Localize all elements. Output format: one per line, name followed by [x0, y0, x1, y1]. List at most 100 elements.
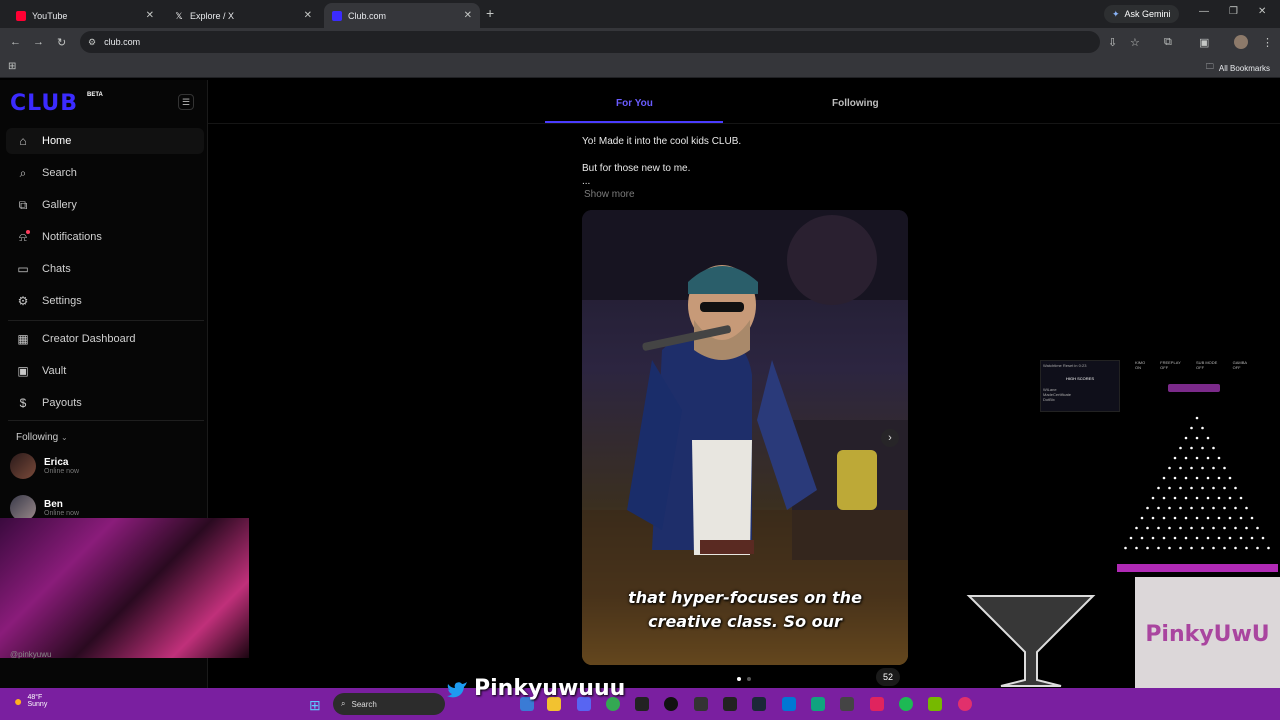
bell-icon: ⍾ [16, 229, 30, 245]
plinko-peg [1195, 536, 1199, 540]
minimize-icon[interactable]: — [1199, 6, 1209, 17]
plinko-peg [1124, 546, 1127, 550]
carousel-dot-active[interactable] [737, 677, 741, 681]
taskbar-app-icon[interactable] [840, 697, 854, 711]
sidebar-item-payouts[interactable]: $ Payouts [6, 390, 204, 416]
plinko-peg [1129, 536, 1133, 540]
plinko-peg [1228, 496, 1232, 500]
tab-club[interactable]: Club.com ✕ [324, 3, 480, 28]
sidebar-item-search[interactable]: ⌕ Search [6, 160, 204, 186]
next-media-button[interactable]: › [881, 429, 899, 447]
back-icon[interactable]: ← [10, 36, 21, 48]
tab-youtube[interactable]: YouTube ✕ [8, 3, 162, 28]
plinko-peg [1173, 456, 1177, 460]
chat-icon: ▭ [17, 262, 29, 276]
taskbar-app-icon[interactable] [635, 697, 649, 711]
new-tab-button[interactable]: + [486, 5, 494, 21]
following-status: Online now [44, 510, 80, 517]
tab-for-you[interactable]: For You [616, 98, 653, 109]
club-favicon-icon [332, 10, 342, 21]
taskbar-app-icon[interactable] [958, 697, 972, 711]
close-tab-icon[interactable]: ✕ [304, 10, 312, 21]
sidebar-item-vault[interactable]: ▣ Vault [6, 358, 204, 384]
plinko-peg [1195, 416, 1199, 420]
post-ellipsis: ... [582, 176, 591, 187]
hud-row: DotBix [1043, 397, 1055, 402]
following-item-erica[interactable]: Erica Online now [10, 453, 79, 479]
taskbar-search[interactable]: ⌕ Search [333, 693, 445, 715]
current-user-handle[interactable]: @pinkyuwu [10, 650, 51, 659]
sidebar-item-gallery[interactable]: ⧉ Gallery [6, 192, 204, 218]
more-menu-icon[interactable]: ⋮ [1262, 36, 1273, 49]
epic-games-icon[interactable] [694, 697, 708, 711]
plinko-peg [1190, 466, 1193, 470]
plinko-slots [1117, 564, 1278, 572]
bookmark-star-icon[interactable]: ☆ [1130, 36, 1140, 49]
tab-explore-x[interactable]: 𝕏 Explore / X ✕ [166, 3, 320, 28]
plinko-peg [1190, 446, 1193, 450]
plinko-peg [1223, 506, 1226, 510]
plinko-peg [1179, 446, 1182, 450]
taskbar-app-icon[interactable] [782, 697, 796, 711]
windows-start-icon[interactable]: ⊞ [309, 697, 321, 714]
all-bookmarks-label: All Bookmarks [1218, 63, 1270, 73]
plinko-peg [1195, 496, 1199, 500]
plinko-peg [1245, 506, 1248, 510]
apps-grid-icon[interactable]: ⊞ [8, 61, 16, 72]
sidebar-item-creator-dashboard[interactable]: ▦ Creator Dashboard [6, 326, 204, 352]
plinko-peg [1173, 476, 1177, 480]
spotify-icon[interactable] [899, 697, 913, 711]
tab-title: Club.com [348, 10, 387, 21]
taskbar-app-icon[interactable] [870, 697, 884, 711]
sidebar-item-notifications[interactable]: ⍾ Notifications [6, 224, 204, 250]
following-name: Ben [44, 499, 63, 510]
all-bookmarks-button[interactable]: 🗀 All Bookmarks [1206, 61, 1270, 75]
plinko-peg [1206, 456, 1210, 460]
steam-icon[interactable] [752, 697, 766, 711]
sidebar-item-home[interactable]: ⌂ Home [6, 128, 204, 154]
hud-header: HIGH SCORES [1065, 376, 1094, 381]
profile-avatar[interactable] [1234, 35, 1248, 49]
sidebar-item-chats[interactable]: ▭ Chats [6, 256, 204, 282]
plinko-peg [1234, 486, 1237, 490]
site-info-icon[interactable]: ⚙ [88, 37, 96, 48]
plinko-peg [1212, 506, 1215, 510]
plinko-peg [1206, 436, 1210, 440]
plinko-peg [1234, 506, 1237, 510]
close-tab-icon[interactable]: ✕ [464, 10, 472, 21]
home-icon: ⌂ [19, 134, 27, 148]
tab-following[interactable]: Following [832, 98, 879, 109]
address-bar[interactable]: ⚙ club.com [80, 31, 1100, 53]
plinko-peg [1179, 506, 1182, 510]
taskbar-app-icon[interactable] [723, 697, 737, 711]
obs-icon[interactable] [664, 697, 678, 711]
club-logo[interactable]: CLUB [10, 91, 78, 116]
maximize-icon[interactable]: ❐ [1229, 6, 1238, 17]
plinko-peg [1173, 536, 1177, 540]
show-more-link[interactable]: Show more [584, 189, 635, 200]
close-tab-icon[interactable]: ✕ [146, 10, 154, 21]
taskbar-app-icon[interactable] [811, 697, 825, 711]
plinko-peg [1135, 546, 1138, 550]
extensions-icon[interactable]: ⧉ [1164, 36, 1172, 49]
plinko-peg [1201, 466, 1204, 470]
carousel-dot[interactable] [747, 677, 751, 681]
ask-gemini-button[interactable]: ✦ Ask Gemini [1104, 5, 1179, 23]
following-status: Online now [44, 468, 80, 475]
reload-icon[interactable]: ↻ [57, 36, 66, 49]
plinko-peg [1261, 536, 1265, 540]
following-name: Erica [44, 457, 69, 468]
plinko-peg [1239, 496, 1243, 500]
sidebar-item-label: Notifications [42, 231, 102, 243]
forward-icon[interactable]: → [33, 36, 44, 48]
close-window-icon[interactable]: ✕ [1258, 6, 1266, 17]
sidebar-toggle-button[interactable]: ☰ [178, 94, 194, 110]
weather-widget[interactable]: ● 48°F Sunny [14, 693, 47, 709]
nvidia-icon[interactable] [928, 697, 942, 711]
install-app-icon[interactable]: ⇩ [1108, 36, 1117, 49]
plinko-peg [1217, 476, 1221, 480]
following-section-toggle[interactable]: Following ⌄ [16, 432, 68, 443]
side-panel-icon[interactable]: ▣ [1199, 36, 1209, 49]
plinko-peg [1212, 466, 1215, 470]
sidebar-item-settings[interactable]: ⚙ Settings [6, 288, 204, 314]
